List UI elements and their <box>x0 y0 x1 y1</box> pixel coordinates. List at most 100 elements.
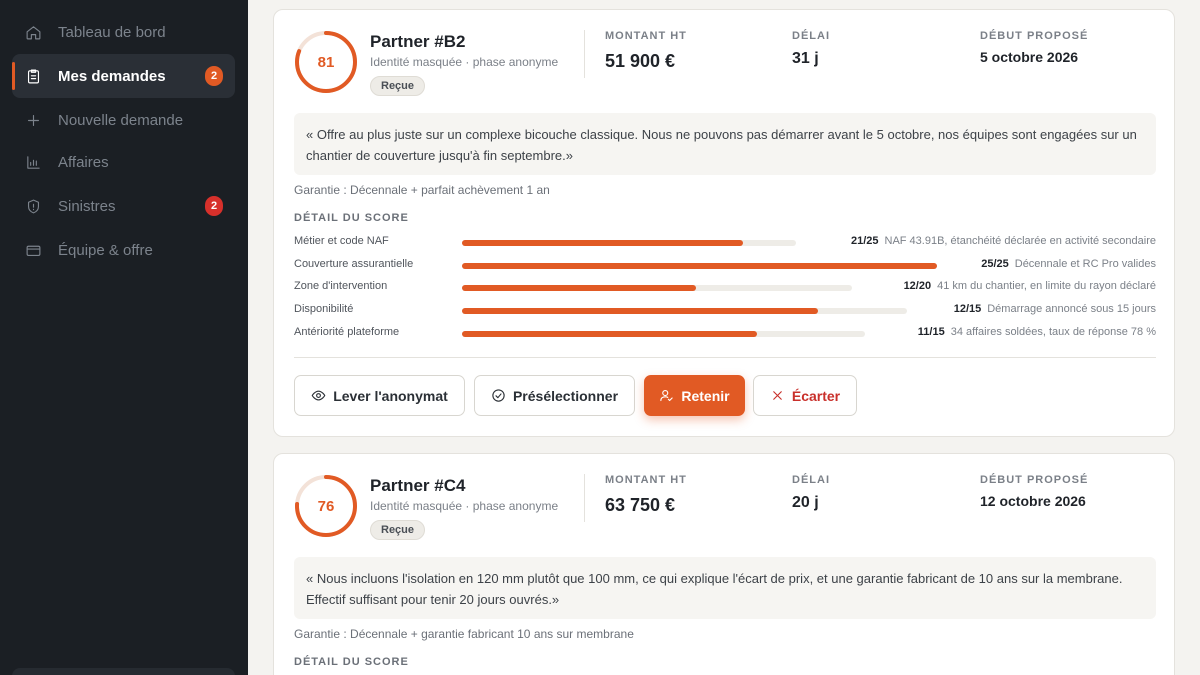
start-block: DÉBUT PROPOSÉ 5 octobre 2026 <box>980 30 1088 65</box>
guarantee-text: Garantie : Décennale + garantie fabrican… <box>294 627 634 641</box>
delay-value: 31 j <box>792 50 819 67</box>
sidebar-item-label: Mes demandes <box>58 67 166 85</box>
score-row: Métier et code NAF 21/25 NAF 43.91B, étan… <box>294 235 1156 251</box>
button-label: Lever l'anonymat <box>333 387 448 404</box>
amount-label: MONTANT HT <box>605 30 687 42</box>
delay-value: 20 j <box>792 494 819 511</box>
criterion-label: Zone d'intervention <box>294 280 388 292</box>
delay-block: DÉLAI 20 j <box>792 474 830 512</box>
score-bar <box>462 308 907 314</box>
header-divider <box>584 30 585 78</box>
bar-chart-icon <box>24 153 42 171</box>
score-row: Antériorité plateforme 11/15 34 affaires … <box>294 326 1156 342</box>
delay-block: DÉLAI 31 j <box>792 30 830 68</box>
amount-value: 63 750 € <box>605 495 676 515</box>
start-label: DÉBUT PROPOSÉ <box>980 474 1089 486</box>
score-bar-fill <box>462 285 696 291</box>
sidebar-item-dashboard[interactable]: Tableau de bord <box>12 10 235 54</box>
eye-icon <box>311 390 326 401</box>
offer-card: 76 Partner #C4 Identité masquée · phase … <box>273 453 1175 675</box>
offer-quote: « Nous incluons l'isolation en 120 mm pl… <box>294 557 1156 619</box>
sidebar-item-label: Sinistres <box>58 197 116 215</box>
criterion-note: Démarrage annoncé sous 15 jours <box>987 303 1156 315</box>
sidebar: Tableau de bord Mes demandes 2 Nouvelle … <box>0 0 248 675</box>
score-value: 76 <box>317 497 335 515</box>
button-label: Écarter <box>791 387 841 404</box>
criterion-note: 41 km du chantier, en limite du rayon dé… <box>937 280 1156 292</box>
score-bar <box>462 240 796 246</box>
criterion-score: 11/15 <box>917 326 945 338</box>
partner-subtitle: Identité masquée · phase anonyme <box>370 55 559 69</box>
criterion-score: 21/25 <box>850 235 879 247</box>
sidebar-item-claims[interactable]: Sinistres 2 <box>12 184 235 228</box>
criterion-label: Métier et code NAF <box>294 235 389 247</box>
delay-label: DÉLAI <box>792 474 830 486</box>
shield-icon <box>24 197 42 215</box>
criterion-score: 12/15 <box>953 303 982 315</box>
score-detail-title: DÉTAIL DU SCORE <box>294 656 409 668</box>
sidebar-item-label: Tableau de bord <box>58 23 166 41</box>
count-badge: 2 <box>205 66 223 86</box>
button-label: Présélectionner <box>512 387 619 404</box>
guarantee-text: Garantie : Décennale + parfait achèvemen… <box>294 183 550 197</box>
amount-value: 51 900 € <box>605 51 676 71</box>
criterion-label: Antériorité plateforme <box>294 326 400 338</box>
amount-block: MONTANT HT 51 900 € <box>605 30 687 72</box>
card-icon <box>24 241 42 259</box>
actions-divider <box>294 357 1156 358</box>
score-ring: 76 <box>294 474 358 538</box>
criterion-note: Décennale et RC Pro valides <box>1014 258 1156 270</box>
criterion-score: 12/20 <box>903 280 932 292</box>
criterion-detail: 11/15 34 affaires soldées, taux de répons… <box>918 326 1156 338</box>
user-check-icon <box>660 389 674 402</box>
start-value: 5 octobre 2026 <box>980 49 1079 65</box>
score-row: Zone d'intervention 12/20 41 km du chanti… <box>294 280 1156 296</box>
count-badge: 2 <box>205 196 223 216</box>
sidebar-item-affaires[interactable]: Affaires <box>12 140 235 184</box>
partner-name: Partner #C4 <box>370 476 466 495</box>
sidebar-item-new-request[interactable]: Nouvelle demande <box>12 98 235 142</box>
criterion-detail: 12/20 41 km du chantier, en limite du ray… <box>904 280 1156 292</box>
criterion-label: Couverture assurantielle <box>294 258 414 270</box>
header-divider <box>584 474 585 522</box>
start-label: DÉBUT PROPOSÉ <box>980 30 1089 42</box>
score-bar <box>462 331 865 337</box>
sidebar-item-label: Nouvelle demande <box>58 111 184 129</box>
retain-button[interactable]: Retenir <box>644 375 745 416</box>
amount-block: MONTANT HT 63 750 € <box>605 474 687 516</box>
sidebar-item-my-requests[interactable]: Mes demandes 2 <box>12 54 235 98</box>
score-bar <box>462 263 937 269</box>
button-label: Retenir <box>681 387 730 404</box>
status-badge: Reçue <box>370 76 426 96</box>
score-bar-fill <box>462 308 818 314</box>
criterion-label: Disponibilité <box>294 303 354 315</box>
reveal-identity-button[interactable]: Lever l'anonymat <box>294 375 465 416</box>
criterion-detail: 25/25 Décennale et RC Pro valides <box>981 258 1156 270</box>
sidebar-item-label: Équipe & offre <box>58 241 153 259</box>
start-block: DÉBUT PROPOSÉ 12 octobre 2026 <box>980 474 1088 509</box>
home-icon <box>24 23 42 41</box>
amount-label: MONTANT HT <box>605 474 687 486</box>
start-value: 12 octobre 2026 <box>980 493 1086 509</box>
close-icon <box>773 391 782 400</box>
score-row: Couverture assurantielle 25/25 Décennale … <box>294 258 1156 274</box>
criterion-score: 25/25 <box>981 258 1009 270</box>
sidebar-item-team-offer[interactable]: Équipe & offre <box>12 228 235 272</box>
delay-label: DÉLAI <box>792 30 830 42</box>
score-ring: 81 <box>294 30 358 94</box>
score-bar-fill <box>462 331 758 337</box>
criterion-note: 34 affaires soldées, taux de réponse 78 … <box>950 326 1156 338</box>
offer-card: 81 Partner #B2 Identité masquée · phase … <box>273 9 1175 437</box>
score-row: Disponibilité 12/15 Démarrage annoncé sou… <box>294 303 1156 319</box>
sidebar-user-panel[interactable] <box>12 668 235 675</box>
criterion-detail: 12/15 Démarrage annoncé sous 15 jours <box>954 303 1156 315</box>
offer-quote: « Offre au plus juste sur un complexe bi… <box>294 113 1156 175</box>
sidebar-item-label: Affaires <box>58 153 109 171</box>
partner-subtitle: Identité masquée · phase anonyme <box>370 499 559 513</box>
shortlist-button[interactable]: Présélectionner <box>474 375 635 416</box>
partner-name: Partner #B2 <box>370 32 466 51</box>
reject-button[interactable]: Écarter <box>753 375 857 416</box>
plus-icon <box>24 111 42 129</box>
clipboard-icon <box>24 67 42 85</box>
score-value: 81 <box>317 53 335 71</box>
